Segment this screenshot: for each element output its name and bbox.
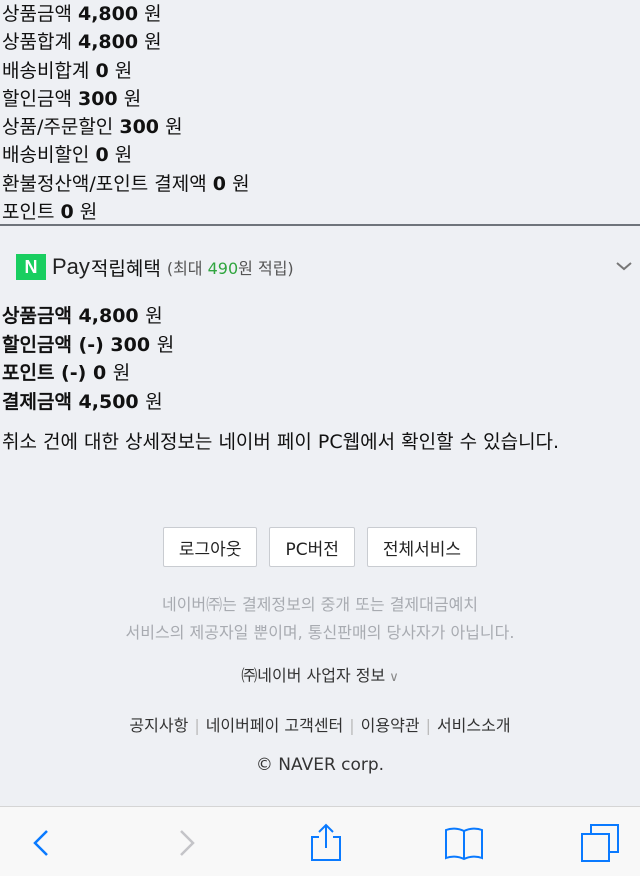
footer-buttons: 로그아웃 PC버전 전체서비스 xyxy=(0,527,640,567)
summary-row: 배송비할인 0 원 xyxy=(2,144,133,167)
cancel-notice: 취소 건에 대한 상세정보는 네이버 페이 PC웹에서 확인할 수 있습니다. xyxy=(2,431,560,453)
payment-row: 결제금액 4,500 원 xyxy=(2,390,163,413)
pc-version-button[interactable]: PC버전 xyxy=(269,527,355,567)
summary-row: 상품금액 4,800 원 xyxy=(2,3,162,25)
divider: | xyxy=(194,716,200,735)
logout-button[interactable]: 로그아웃 xyxy=(162,527,258,567)
notice-link[interactable]: 공지사항 xyxy=(129,716,188,735)
customer-center-link[interactable]: 네이버페이 고객센터 xyxy=(206,716,344,735)
naverpay-benefit-section: N Pay 적립혜택 (최대 490원 적립) 상품금액 4,800 원 할인금… xyxy=(0,226,640,476)
tabs-icon[interactable] xyxy=(580,823,620,863)
back-arrow-icon[interactable] xyxy=(22,823,62,863)
divider: | xyxy=(349,716,355,735)
share-icon[interactable] xyxy=(306,823,346,863)
chevron-down-icon: ∨ xyxy=(389,670,399,685)
benefit-subtitle: (최대 490원 적립) xyxy=(166,259,294,278)
disclaimer-line: 네이버㈜는 결제정보의 중개 또는 결제대금예치 xyxy=(161,595,479,614)
order-summary: 상품금액 4,800 원 상품합계 4,800 원 배송비합계 0 원 할인금액… xyxy=(0,0,640,226)
payment-row: 상품금액 4,800 원 xyxy=(2,305,163,327)
disclaimer: 네이버㈜는 결제정보의 중개 또는 결제대금예치 서비스의 제공자일 뿐이며, … xyxy=(0,591,640,647)
summary-row: 할인금액 300 원 xyxy=(2,87,142,110)
service-intro-link[interactable]: 서비스소개 xyxy=(437,716,511,735)
summary-row: 상품/주문할인 300 원 xyxy=(2,116,183,139)
summary-row: 상품합계 4,800 원 xyxy=(2,31,162,54)
summary-row: 배송비합계 0 원 xyxy=(2,59,133,82)
naver-n-logo-icon: N xyxy=(16,254,46,280)
summary-row: 포인트 0 원 xyxy=(2,201,98,224)
max-points-amount: 490 xyxy=(207,259,239,278)
disclaimer-line: 서비스의 제공자일 뿐이며, 통신판매의 당사자가 아닙니다. xyxy=(125,623,515,642)
business-info-toggle[interactable]: ㈜네이버 사업자 정보 ∨ xyxy=(0,662,640,686)
footer: 로그아웃 PC버전 전체서비스 네이버㈜는 결제정보의 중개 또는 결제대금예치… xyxy=(0,476,640,806)
payment-row: 할인금액 (-) 300 원 xyxy=(2,333,175,356)
pay-logo-text: Pay xyxy=(52,254,90,279)
chevron-down-icon[interactable] xyxy=(614,256,634,276)
forward-arrow-icon[interactable] xyxy=(166,823,206,863)
all-services-button[interactable]: 전체서비스 xyxy=(366,527,478,567)
payment-row: 포인트 (-) 0 원 xyxy=(2,362,131,384)
divider: | xyxy=(425,716,431,735)
terms-link[interactable]: 이용약관 xyxy=(361,716,420,735)
footer-links: 공지사항 | 네이버페이 고객센터 | 이용약관 | 서비스소개 xyxy=(0,712,640,736)
naverpay-benefit-header[interactable]: N Pay 적립혜택 (최대 490원 적립) xyxy=(16,252,294,282)
benefit-title: 적립혜택 xyxy=(90,257,161,280)
payment-breakdown: 상품금액 4,800 원 할인금액 (-) 300 원 포인트 (-) 0 원 … xyxy=(2,302,174,416)
copyright: © NAVER corp. xyxy=(255,755,385,775)
browser-toolbar xyxy=(0,806,640,876)
summary-row: 환불정산액/포인트 결제액 0 원 xyxy=(2,172,250,195)
bookmarks-icon[interactable] xyxy=(444,823,484,863)
